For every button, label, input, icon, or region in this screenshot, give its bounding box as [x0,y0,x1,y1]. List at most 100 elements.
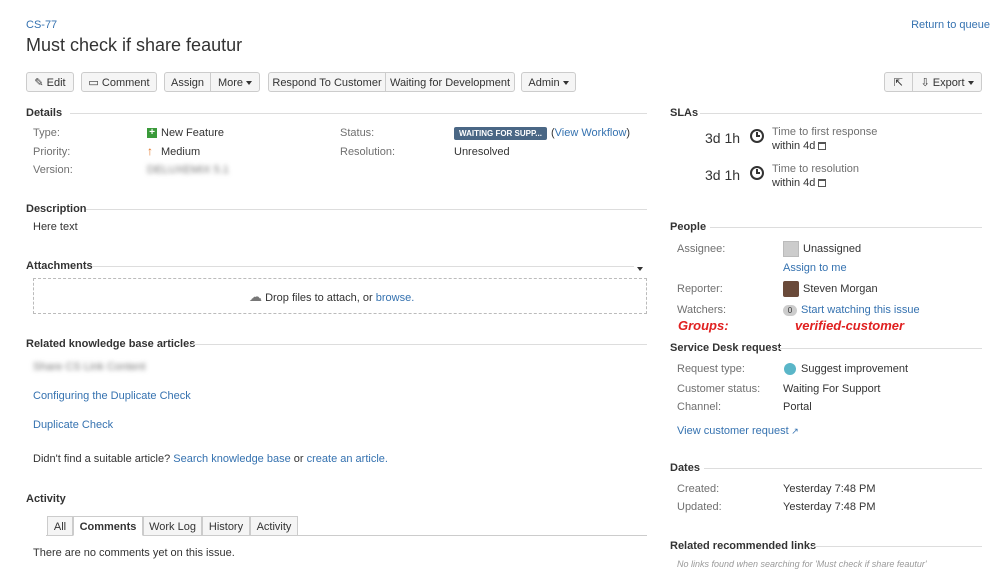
assignee-label: Assignee: [677,243,726,255]
share-icon: ⇱ [893,77,904,89]
attachments-options[interactable] [637,263,643,275]
kb-or-text: or [293,453,304,465]
description-divider [86,209,647,210]
tab-work-log[interactable]: Work Log [143,516,202,536]
groups-annotation-value: verified-customer [795,318,905,333]
resolution-label: Resolution: [340,146,396,158]
more-label: More [217,77,244,89]
type-label: Type: [33,127,60,139]
activity-heading: Activity [26,493,66,505]
more-button[interactable]: More [210,72,260,92]
kb-article-link[interactable]: Share CS Link Content [33,361,146,373]
drop-text: Drop files to attach, or [265,292,373,304]
external-link-icon: ↗ [788,426,799,436]
sla-time-remaining: 3d 1h [705,130,741,146]
respond-label: Respond To Customer [272,77,382,89]
kb-article-link[interactable]: Configuring the Duplicate Check [33,390,191,402]
reporter-label: Reporter: [677,283,723,295]
recommended-links-empty: No links found when searching for 'Must … [677,559,927,569]
view-customer-request-link[interactable]: View customer request [677,425,789,437]
comment-label: Comment [101,77,150,89]
unassigned-avatar-icon [783,241,799,257]
request-type-label: Request type: [677,363,745,375]
people-heading: People [670,221,707,233]
clock-icon [750,166,764,180]
channel-label: Channel: [677,401,722,413]
status-label: Status: [340,127,375,139]
export-icon: ⇩ [920,77,930,89]
tab-all[interactable]: All [47,516,73,536]
people-divider [710,227,982,228]
customer-status-value: Waiting For Support [783,383,881,395]
tab-comments[interactable]: Comments [73,516,143,536]
browse-link[interactable]: browse. [376,292,415,304]
chevron-down-icon [562,81,569,86]
sla-within: within 4d [772,177,816,189]
assign-to-me-link[interactable]: Assign to me [783,262,847,274]
request-type-value: Suggest improvement [801,363,908,375]
details-heading: Details [26,107,63,119]
comment-button[interactable]: ▭ Comment [81,72,157,92]
assign-button[interactable]: Assign [164,72,211,92]
updated-value: Yesterday 7:48 PM [783,501,876,513]
recommended-links-divider [812,546,982,547]
view-workflow-link[interactable]: View Workflow [555,127,627,139]
dates-divider [704,468,982,469]
share-button[interactable]: ⇱ [884,72,913,92]
tab-history[interactable]: History [202,516,250,536]
kb-article-link[interactable]: Duplicate Check [33,419,113,431]
watchers-label: Watchers: [677,304,727,316]
waiting-for-development-button[interactable]: Waiting for Development [385,72,515,92]
tab-activity[interactable]: Activity [250,516,298,536]
export-button[interactable]: ⇩ Export [912,72,982,92]
sla-name: Time to resolution [772,163,860,175]
attachments-heading: Attachments [26,260,93,272]
attachment-drop-zone[interactable]: ☁ Drop files to attach, or browse. [33,278,647,314]
reporter-value[interactable]: Steven Morgan [803,283,878,295]
resolution-value: Unresolved [454,146,510,158]
admin-label: Admin [528,77,560,89]
assign-label: Assign [170,77,205,89]
cloud-upload-icon: ☁ [249,289,262,304]
kb-not-found: Didn't find a suitable article? Search k… [33,453,388,465]
new-feature-icon: + [147,128,157,138]
service-desk-divider [778,348,982,349]
view-workflow: (View Workflow) [551,127,631,139]
chevron-down-icon [637,267,643,272]
waiting-dev-label: Waiting for Development [389,77,511,89]
groups-annotation-label: Groups: [678,318,729,333]
assignee-value: Unassigned [803,243,862,255]
created-value: Yesterday 7:48 PM [783,483,876,495]
reporter-avatar [783,281,799,297]
edit-label: Edit [46,77,66,89]
clock-icon [750,129,764,143]
description-heading: Description [26,203,87,215]
respond-to-customer-button[interactable]: Respond To Customer [268,72,386,92]
calendar-icon [818,179,827,188]
service-desk-heading: Service Desk request [670,342,782,354]
recommended-links-heading: Related recommended links [670,540,817,552]
issue-summary: Must check if share feautur [26,35,243,55]
created-label: Created: [677,483,720,495]
slas-divider [700,113,982,114]
description-text[interactable]: Here text [33,221,78,233]
calendar-icon [818,142,827,151]
priority-up-arrow-icon: ↑ [147,144,153,158]
customer-status-label: Customer status: [677,383,761,395]
type-value: New Feature [161,127,224,139]
version-value[interactable]: DELUXEMIX 5.1 [147,164,229,176]
search-kb-link[interactable]: Search knowledge base [173,453,290,465]
return-to-queue-link[interactable]: Return to queue [911,19,990,31]
issue-key-link[interactable]: CS-77 [26,19,57,31]
edit-button[interactable]: ✎ Edit [26,72,74,92]
priority-label: Priority: [33,146,71,158]
start-watching-link[interactable]: Start watching this issue [801,304,920,316]
lightbulb-icon [784,363,796,375]
dates-heading: Dates [670,462,700,474]
create-article-link[interactable]: create an article. [307,453,388,465]
version-label: Version: [33,164,73,176]
status-badge[interactable]: WAITING FOR SUPP... [454,127,547,140]
admin-button[interactable]: Admin [521,72,576,92]
speech-bubble-icon: ▭ [88,77,99,89]
priority-value: Medium [161,146,201,158]
